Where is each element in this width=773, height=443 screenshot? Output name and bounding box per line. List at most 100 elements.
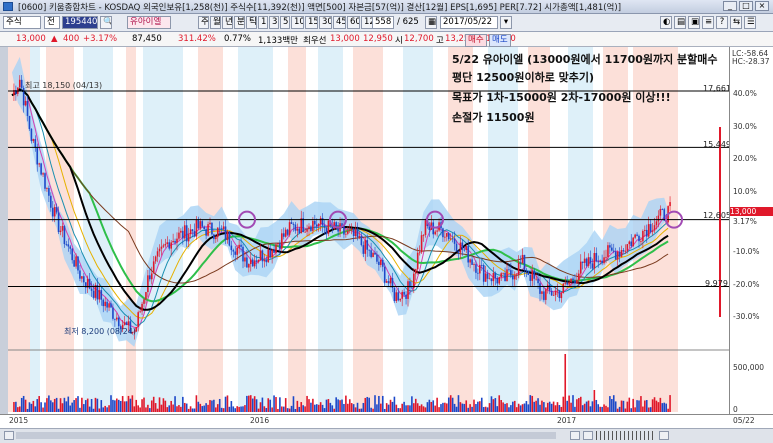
code-input[interactable]: 195440 xyxy=(62,16,98,29)
zoom-in-button[interactable] xyxy=(583,431,593,440)
candle-body xyxy=(92,290,95,298)
candle-body xyxy=(352,228,355,236)
candle-body xyxy=(558,290,561,299)
candle-body xyxy=(174,240,176,243)
volume-bar xyxy=(370,407,372,412)
volume-bar xyxy=(242,406,244,412)
list-icon[interactable]: ≡ xyxy=(702,16,714,29)
interval-1[interactable]: 1 xyxy=(258,16,268,29)
volume-bar xyxy=(453,403,456,412)
volume-bar xyxy=(63,397,66,412)
candle-body xyxy=(257,259,260,262)
volume-bar xyxy=(182,396,184,412)
volume-bar xyxy=(568,395,570,412)
candle-body xyxy=(397,292,400,301)
close-button[interactable]: × xyxy=(755,1,769,11)
menu-icon[interactable]: ☰ xyxy=(744,16,756,29)
chart-settings-icon[interactable]: ▦ xyxy=(425,16,437,29)
save-icon[interactable]: ▣ xyxy=(688,16,700,29)
maximize-button[interactable]: □ xyxy=(739,1,753,11)
volume-bar xyxy=(436,397,438,412)
count-input[interactable]: 558 xyxy=(372,16,394,29)
candle-body xyxy=(601,260,603,264)
volume-bar xyxy=(339,400,341,412)
interval-60[interactable]: 60 xyxy=(347,16,360,29)
sell-button[interactable]: 매도 xyxy=(489,34,511,47)
candle-body xyxy=(560,293,563,299)
candle-body xyxy=(30,128,33,142)
volume-bar xyxy=(352,404,355,412)
link-icon[interactable]: ⇆ xyxy=(730,16,742,29)
chart-scrollbar[interactable] xyxy=(0,428,773,443)
period-minute[interactable]: 분 xyxy=(234,16,245,29)
candle-body xyxy=(156,251,159,257)
period-week[interactable]: 주 xyxy=(198,16,209,29)
volume-bar xyxy=(622,400,625,412)
volume-bar xyxy=(141,399,143,412)
search-icon[interactable]: 🔍 xyxy=(100,16,112,29)
scroll-right-button[interactable] xyxy=(659,431,669,440)
period-tick[interactable]: 틱 xyxy=(246,16,257,29)
period-month[interactable]: 월 xyxy=(210,16,221,29)
scroll-track[interactable] xyxy=(16,432,556,439)
calendar-icon[interactable]: ▾ xyxy=(500,16,512,29)
volume-bar xyxy=(543,402,545,412)
pct-label-6: -20.0% xyxy=(733,280,760,289)
volume-bar xyxy=(195,395,198,412)
volume-bar xyxy=(593,390,596,412)
volume-bar xyxy=(284,398,287,412)
candle-body xyxy=(645,229,648,237)
period-year[interactable]: 년 xyxy=(222,16,233,29)
candle-body xyxy=(446,233,448,237)
volume-bar xyxy=(378,395,380,412)
candle-body xyxy=(211,222,213,235)
volume-bar xyxy=(193,408,196,412)
price-chart-panel[interactable]: 최고 18,150 (04/13) 최저 8,200 (08/24) 17,66… xyxy=(8,47,731,429)
volume-bar xyxy=(348,399,351,412)
candle-body xyxy=(556,290,559,292)
zoom-out-button[interactable] xyxy=(570,431,580,440)
volume-bar xyxy=(554,405,557,412)
interval-45[interactable]: 45 xyxy=(333,16,346,29)
volume-bar xyxy=(399,408,402,412)
volume-bar xyxy=(79,407,81,412)
interval-3[interactable]: 3 xyxy=(269,16,279,29)
candle-body xyxy=(533,270,535,279)
candle-body xyxy=(55,207,58,213)
candle-body xyxy=(451,238,454,240)
interval-5[interactable]: 5 xyxy=(280,16,290,29)
print-icon[interactable]: ▤ xyxy=(674,16,686,29)
tool-icon[interactable]: ◐ xyxy=(660,16,672,29)
candle-body xyxy=(541,291,543,294)
volume-bar xyxy=(207,404,209,412)
candle-body xyxy=(475,264,477,273)
volume-bar xyxy=(632,398,634,412)
volume-bar xyxy=(312,398,314,412)
candle-body xyxy=(282,233,285,237)
buy-button[interactable]: 매수 xyxy=(465,34,487,47)
candle-body xyxy=(364,240,367,254)
volume-bar xyxy=(442,402,444,412)
stock-name[interactable]: 유아이엘 xyxy=(127,16,171,29)
volume-bar xyxy=(331,405,334,412)
candle-body xyxy=(636,234,638,236)
date-input[interactable]: 2017/05/22 xyxy=(440,16,498,29)
minimize-button[interactable]: _ xyxy=(723,1,737,11)
volume-bar xyxy=(147,404,149,412)
candle-body xyxy=(242,246,244,262)
type-select[interactable]: 전 xyxy=(44,16,60,29)
candle-body xyxy=(139,311,141,313)
interval-15[interactable]: 15 xyxy=(305,16,318,29)
candle-body xyxy=(335,222,337,227)
scroll-left-button[interactable] xyxy=(4,431,14,440)
volume-bar xyxy=(360,408,363,412)
trade-amount: 1,133백만 xyxy=(258,36,298,46)
market-select[interactable]: 주식 xyxy=(3,16,41,29)
interval-10[interactable]: 10 xyxy=(291,16,304,29)
help-icon[interactable]: ? xyxy=(716,16,728,29)
interval-30[interactable]: 30 xyxy=(319,16,332,29)
zoom-slider[interactable] xyxy=(596,431,656,440)
volume-bar xyxy=(655,400,658,412)
volume-bar xyxy=(263,406,266,412)
candle-body xyxy=(471,259,473,265)
